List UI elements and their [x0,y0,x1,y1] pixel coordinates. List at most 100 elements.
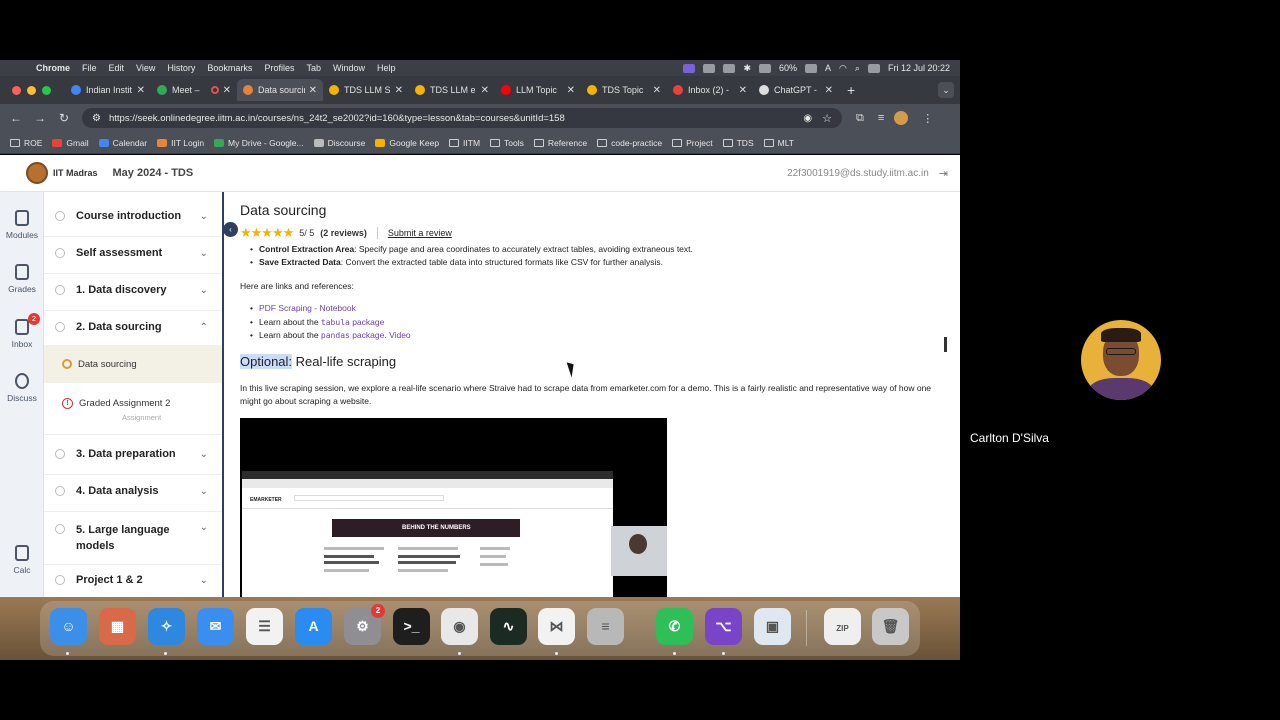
github-desktop-icon[interactable]: ⌥ [705,608,742,645]
menu-profiles[interactable]: Profiles [264,63,294,73]
bookmark-item[interactable]: Gmail [52,138,89,148]
whatsapp-icon[interactable]: ✆ [656,608,693,645]
screen-share-icon[interactable] [683,63,696,73]
bookmark-item[interactable]: Tools [490,138,524,148]
tabula-package-link[interactable]: package [350,317,384,327]
rail-discuss[interactable]: Discuss [0,373,44,403]
rail-modules[interactable]: Modules [0,210,44,240]
profile-avatar[interactable] [894,111,909,125]
scrollbar-thumb[interactable] [944,337,947,352]
rail-grades[interactable]: Grades [0,264,44,294]
module-item[interactable]: Self assessment ⌄ [44,247,222,259]
bookmark-item[interactable]: ROE [10,138,42,148]
collapse-sidebar-button[interactable]: ‹ [223,222,238,237]
notebook-link[interactable]: PDF Scraping - Notebook [259,303,356,313]
module-item[interactable]: 4. Data analysis ⌄ [44,485,222,497]
eye-icon[interactable]: ◉ [803,113,812,124]
extensions-icon[interactable]: ⧉ [856,112,864,125]
reminders-icon[interactable]: ☰ [246,608,283,645]
media-icon[interactable]: ≡ [878,112,884,124]
module-item[interactable]: 5. Large language models ⌄ [44,522,222,554]
module-item[interactable]: 3. Data preparation ⌄ [44,448,222,460]
submodule-item[interactable]: ! Graded Assignment 2 [44,395,222,411]
bookmark-item[interactable]: MLT [763,138,794,148]
bookmark-item[interactable]: TDS [722,138,754,148]
browser-tab[interactable]: Meet – ✕ [151,79,237,101]
control-center-icon[interactable] [867,63,880,73]
launchpad-icon[interactable]: ▦ [99,608,136,645]
bookmark-item[interactable]: Discourse [313,138,365,148]
menu-bookmarks[interactable]: Bookmarks [207,63,252,73]
video-link[interactable]: Video [389,330,411,340]
logout-icon[interactable]: ⇥ [939,167,948,180]
menu-help[interactable]: Help [377,63,396,73]
preview-icon[interactable]: ▣ [754,608,791,645]
activity-monitor-icon[interactable]: ∿ [490,608,527,645]
cloud-icon[interactable] [703,63,716,73]
video-player[interactable]: EMARKETER BEHIND THE NUMBERS [240,418,667,597]
bluetooth-icon[interactable]: ✱ [743,63,751,74]
close-tab-icon[interactable]: ✕ [567,85,575,96]
database-icon[interactable]: ≡ [587,608,624,645]
close-tab-icon[interactable]: ✕ [653,85,661,96]
pandas-link[interactable]: pandas [321,331,350,340]
menu-file[interactable]: File [82,63,97,73]
forward-arrow-icon[interactable]: → [28,111,52,125]
back-arrow-icon[interactable]: ← [4,111,28,125]
close-tab-icon[interactable]: ✕ [739,85,747,96]
browser-tab[interactable]: Indian Instit ✕ [65,79,151,101]
minimize-window-button[interactable] [27,85,36,95]
module-item[interactable]: Course introduction ⌄ [44,210,222,222]
wifi-icon[interactable]: ◠ [839,63,847,74]
menu-window[interactable]: Window [333,63,365,73]
browser-tab[interactable]: TDS LLM S ✕ [323,79,409,101]
search-icon[interactable]: ⌕ [855,63,860,74]
browser-tab[interactable]: TDS LLM e ✕ [409,79,495,101]
close-tab-icon[interactable]: ✕ [395,85,403,96]
module-item[interactable]: Project 1 & 2 ⌄ [44,574,222,586]
chrome-menu-icon[interactable]: ⋮ [922,112,933,125]
finder-icon[interactable]: ☺ [50,608,87,645]
battery-percent[interactable]: 60% [779,63,797,73]
submit-review-link[interactable]: Submit a review [388,228,452,238]
address-bar[interactable]: ⚙ https://seek.onlinedegree.iitm.ac.in/c… [82,108,842,128]
reload-icon[interactable]: ↻ [52,111,76,125]
close-window-button[interactable] [12,85,21,95]
menu-tab[interactable]: Tab [306,63,321,73]
close-tab-icon[interactable]: ✕ [481,85,489,96]
close-tab-icon[interactable]: ✕ [309,85,317,96]
terminal-icon[interactable]: >_ [393,608,430,645]
trash-icon[interactable]: 🗑 [872,608,909,645]
module-item-expanded[interactable]: 2. Data sourcing ⌃ [44,321,222,333]
close-tab-icon[interactable]: ✕ [223,85,231,96]
new-tab-button[interactable]: + [847,82,855,98]
rail-calc[interactable]: Calc [0,545,44,575]
menu-edit[interactable]: Edit [109,63,125,73]
menu-history[interactable]: History [167,63,195,73]
safari-icon[interactable]: ✧ [148,608,185,645]
control-icon[interactable] [759,63,772,73]
submodule-item-active[interactable]: Data sourcing [44,345,222,383]
tabula-link[interactable]: tabula [321,318,350,327]
close-tab-icon[interactable]: ✕ [825,85,833,96]
menu-view[interactable]: View [136,63,155,73]
bookmark-star-icon[interactable]: ☆ [822,112,832,125]
chrome-icon[interactable]: ◉ [441,608,478,645]
rail-inbox[interactable]: 2 Inbox [0,313,44,349]
browser-tab[interactable]: LLM Topic ✕ [495,79,581,101]
browser-tab[interactable]: Inbox (2) - ✕ [667,79,753,101]
input-source-icon[interactable]: A [825,63,831,73]
bookmark-item[interactable]: My Drive - Google... [214,138,304,148]
browser-tab[interactable]: ChatGPT - ✕ [753,79,839,101]
close-tab-icon[interactable]: ✕ [137,85,145,96]
bookmark-item[interactable]: Reference [533,138,587,148]
bookmark-item[interactable]: Project [672,138,713,148]
module-item[interactable]: 1. Data discovery ⌄ [44,284,222,296]
status-app-icon[interactable] [723,63,736,73]
iitm-logo[interactable] [26,162,48,184]
tab-search-button[interactable]: ⌄ [938,82,954,98]
url-text[interactable]: https://seek.onlinedegree.iitm.ac.in/cou… [109,113,565,124]
menu-app-name[interactable]: Chrome [36,63,70,73]
pandas-package-link[interactable]: package. [350,330,389,340]
bookmark-item[interactable]: Google Keep [375,138,439,148]
